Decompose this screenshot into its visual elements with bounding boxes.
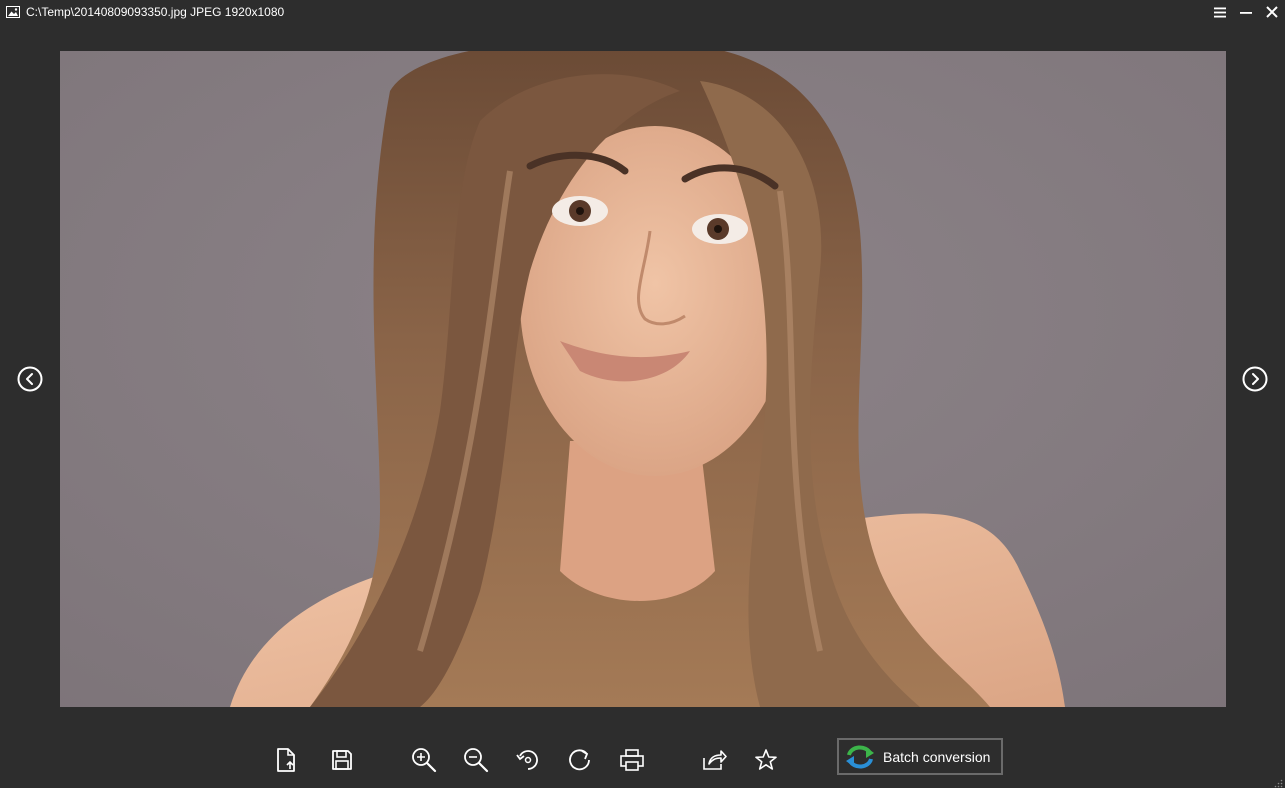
- title-bar: C:\Temp\20140809093350.jpg JPEG 1920x108…: [0, 0, 1285, 24]
- previous-image-button[interactable]: [17, 366, 43, 392]
- open-file-button[interactable]: [272, 746, 300, 774]
- chevron-right-circle-icon: [1242, 366, 1268, 392]
- open-file-icon: [277, 748, 295, 772]
- save-button[interactable]: [328, 746, 356, 774]
- bottom-toolbar: Batch conversion: [0, 730, 1285, 788]
- share-icon: [703, 750, 727, 770]
- favorite-star-icon: [755, 749, 777, 770]
- zoom-in-icon: [412, 748, 437, 773]
- favorite-button[interactable]: [752, 746, 780, 774]
- menu-button[interactable]: [1207, 0, 1233, 24]
- rotate-left-icon: [516, 750, 538, 770]
- picture-app-icon: [5, 4, 21, 20]
- minimize-button[interactable]: [1233, 0, 1259, 24]
- print-icon: [620, 749, 644, 771]
- window-title: C:\Temp\20140809093350.jpg JPEG 1920x108…: [26, 5, 285, 19]
- batch-convert-icon: [844, 743, 876, 771]
- close-icon: [1266, 6, 1278, 18]
- window-controls: [1207, 0, 1285, 24]
- rotate-left-button[interactable]: [514, 746, 542, 774]
- save-icon: [332, 750, 352, 770]
- rotate-right-button[interactable]: [566, 746, 594, 774]
- chevron-left-circle-icon: [17, 366, 43, 392]
- share-button[interactable]: [700, 746, 728, 774]
- close-button[interactable]: [1259, 0, 1285, 24]
- menu-icon: [1214, 7, 1226, 17]
- rotate-right-icon: [569, 749, 590, 771]
- minimize-icon: [1240, 11, 1252, 14]
- batch-conversion-button[interactable]: Batch conversion: [837, 738, 1003, 775]
- next-image-button[interactable]: [1242, 366, 1268, 392]
- zoom-in-button[interactable]: [410, 746, 438, 774]
- zoom-out-icon: [464, 748, 489, 773]
- batch-conversion-label: Batch conversion: [883, 748, 991, 765]
- image-viewer-window: C:\Temp\20140809093350.jpg JPEG 1920x108…: [0, 0, 1285, 788]
- displayed-photo: [60, 51, 1226, 707]
- zoom-out-button[interactable]: [462, 746, 490, 774]
- print-button[interactable]: [618, 746, 646, 774]
- resize-grip[interactable]: [1273, 776, 1283, 788]
